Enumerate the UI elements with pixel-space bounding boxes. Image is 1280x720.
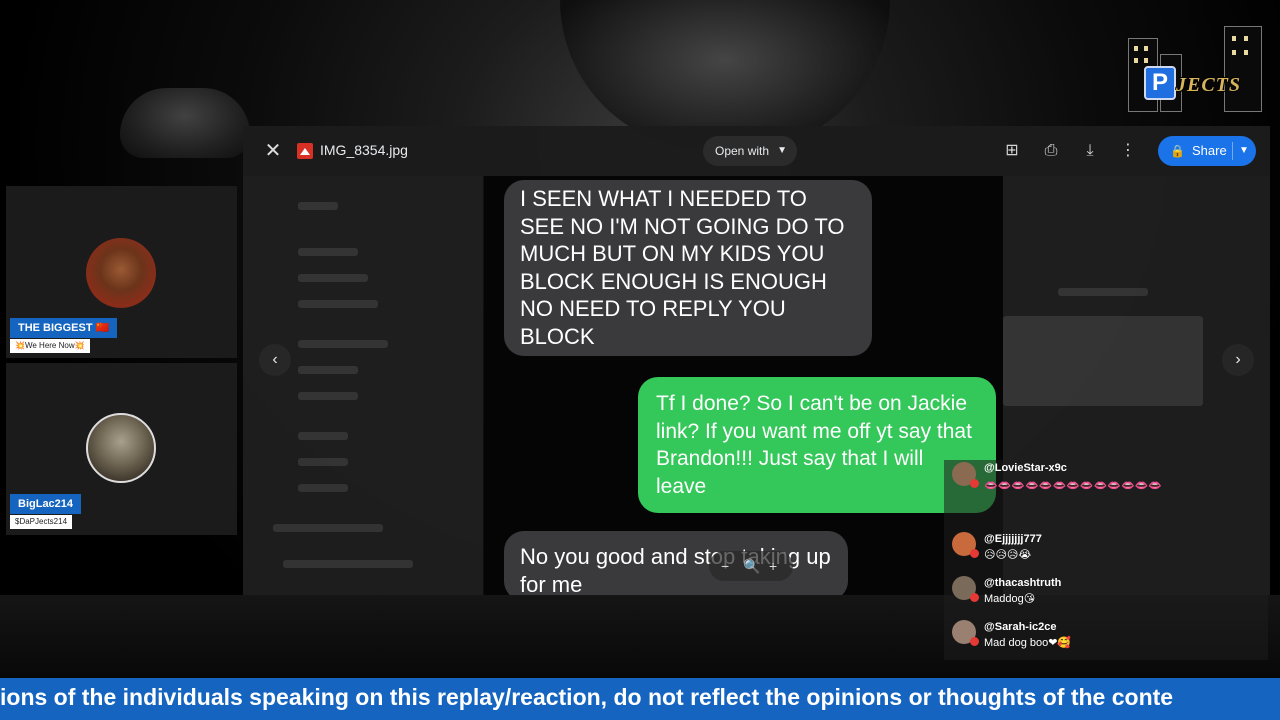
chevron-down-icon: ▼ <box>777 145 788 156</box>
channel-logo: P JECTS <box>1124 16 1268 112</box>
logo-letter: P <box>1144 66 1176 100</box>
share-label: Share <box>1192 143 1227 158</box>
avatar <box>952 620 979 646</box>
chevron-left-icon[interactable]: ‹ <box>259 344 291 376</box>
file-name: IMG_8354.jpg <box>320 142 408 158</box>
open-with-button[interactable]: Open with ▼ <box>703 136 798 166</box>
chat-text: Mad dog boo❤🥰 <box>984 637 1072 649</box>
add-to-drive-icon[interactable]: ⊞ <box>1001 140 1023 162</box>
avatar <box>952 462 979 488</box>
ticker-text: ions of the individuals speaking on this… <box>0 684 1174 710</box>
logo-building <box>1224 26 1262 112</box>
chat-username: @thacashtruth <box>984 577 1062 589</box>
participant-tile: THE BIGGEST 🇨🇳 💥We Here Now💥 <box>6 186 237 358</box>
zoom-in-icon[interactable]: + <box>769 551 777 581</box>
avatar <box>86 238 156 308</box>
more-vert-icon[interactable]: ⋮ <box>1117 140 1139 162</box>
chevron-right-icon[interactable]: › <box>1222 344 1254 376</box>
chat-username: @Sarah-ic2ce <box>984 621 1057 633</box>
participant-tag: $DaPJects214 <box>10 515 73 529</box>
chat-username: @LovieStar-x9c <box>984 462 1067 474</box>
zoom-icon[interactable]: 🔍 <box>743 551 760 581</box>
image-preview: I SEEN WHAT I NEEDED TO SEE NO I'M NOT G… <box>484 176 1003 595</box>
participant-tag: 💥We Here Now💥 <box>10 339 90 353</box>
sent-message: Tf I done? So I can't be on Jackie link?… <box>638 377 996 513</box>
lock-icon: 🔒 <box>1170 144 1185 158</box>
received-message: I SEEN WHAT I NEEDED TO SEE NO I'M NOT G… <box>504 180 872 356</box>
avatar <box>86 413 156 483</box>
received-message: No you good and stop taking up for me <box>504 531 848 595</box>
zoom-controls[interactable]: − 🔍 + <box>709 551 793 581</box>
close-icon[interactable]: ✕ <box>261 139 285 163</box>
chat-text: 👄👄👄👄👄👄👄👄👄👄👄👄👄 <box>984 480 1163 492</box>
share-button[interactable]: 🔒 Share ▼ <box>1158 136 1256 166</box>
stream-canvas: P JECTS ✕ IMG_8354.jpg Open with ▼ ⊞ ⎙ ⤓… <box>0 0 1280 720</box>
participant-name: BigLac214 <box>10 494 82 514</box>
avatar <box>952 532 979 558</box>
chevron-down-icon[interactable]: ▼ <box>1239 136 1249 166</box>
viewer-toolbar: ✕ IMG_8354.jpg Open with ▼ ⊞ ⎙ ⤓ ⋮ 🔒 Sha… <box>243 126 1270 176</box>
chat-text: Maddog😘 <box>984 593 1036 605</box>
logo-word: JECTS <box>1176 74 1242 96</box>
open-with-label: Open with <box>715 144 770 158</box>
disclaimer-ticker: ions of the individuals speaking on this… <box>0 678 1280 720</box>
streamer-hand <box>120 88 250 158</box>
participant-name: THE BIGGEST 🇨🇳 <box>10 318 118 338</box>
zoom-out-icon[interactable]: − <box>721 551 729 581</box>
chat-text: 😥😥😥😭 <box>984 549 1032 561</box>
chat-username: @Ejjjjjjj777 <box>984 533 1042 545</box>
participant-tile: BigLac214 $DaPJects214 <box>6 363 237 535</box>
image-file-icon <box>297 143 313 159</box>
print-icon[interactable]: ⎙ <box>1040 140 1062 162</box>
download-icon[interactable]: ⤓ <box>1079 140 1101 162</box>
live-chat: @LovieStar-x9c 👄👄👄👄👄👄👄👄👄👄👄👄👄 @Ejjjjjjj77… <box>944 460 1268 660</box>
avatar <box>952 576 979 602</box>
drive-sidebar-dimmed <box>243 176 483 595</box>
